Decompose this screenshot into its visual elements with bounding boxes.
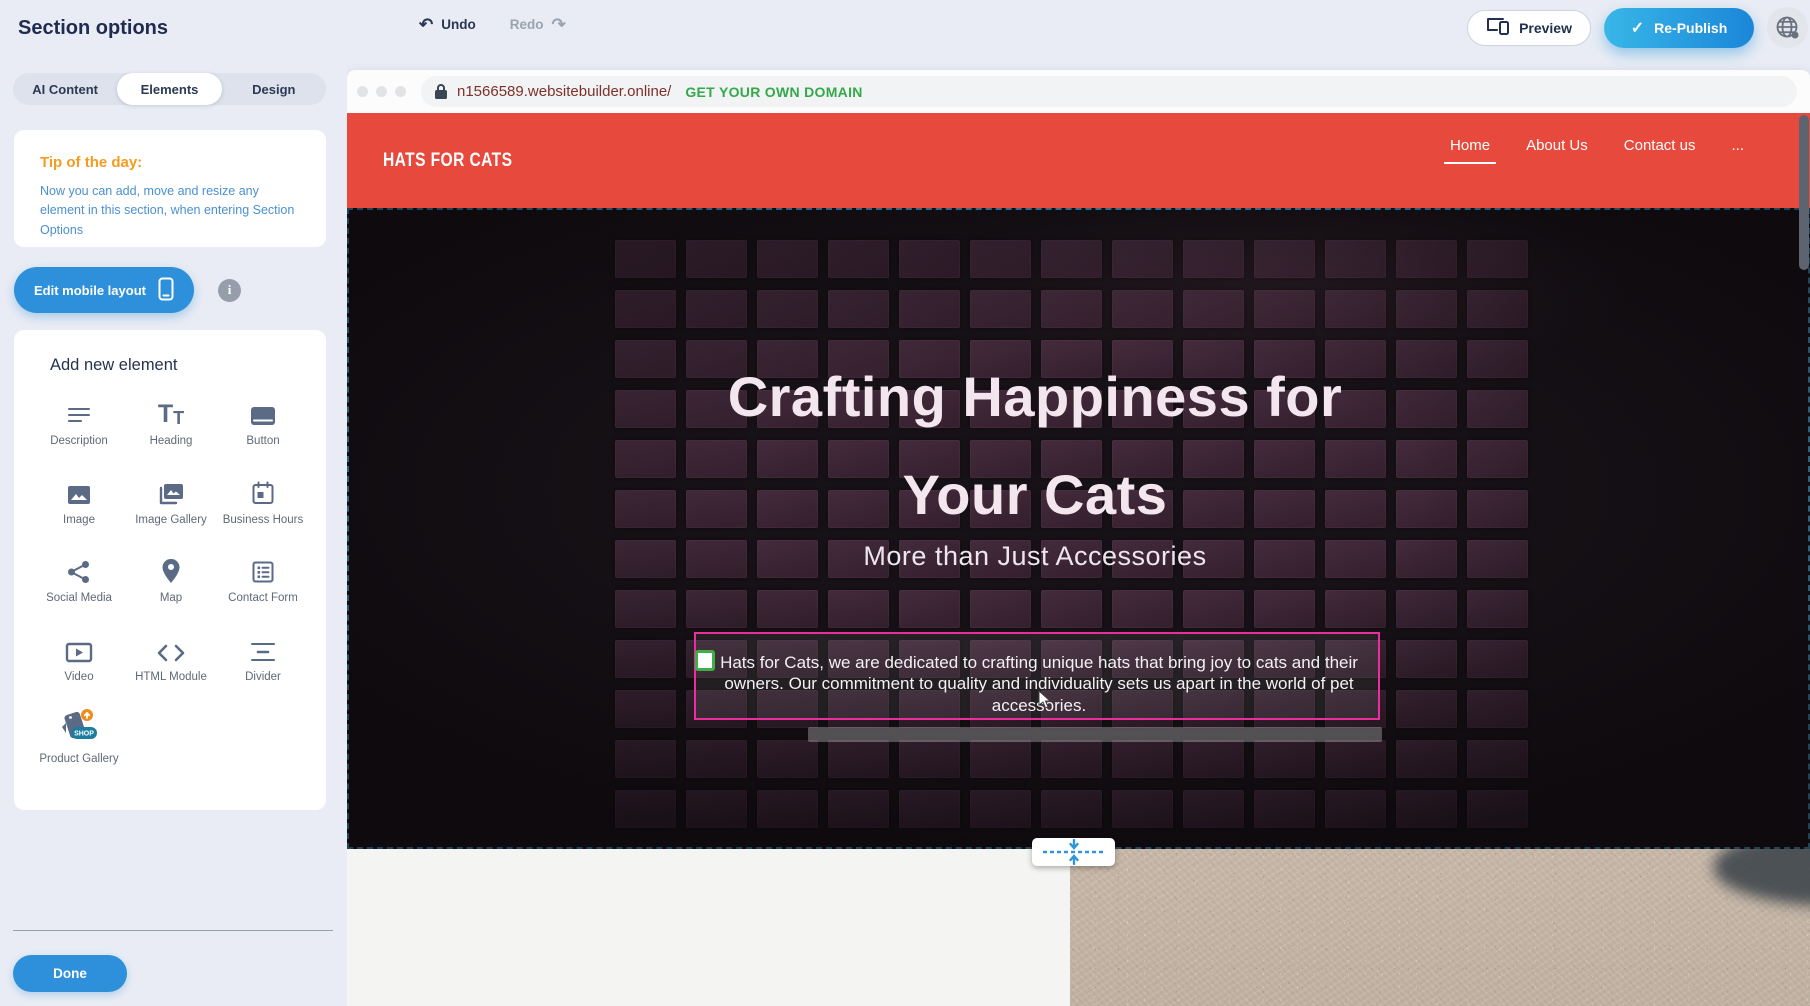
lock-icon xyxy=(434,83,448,100)
heading-icon: TT xyxy=(158,397,184,427)
drag-ghost-bar xyxy=(808,727,1382,742)
globe-icon[interactable] xyxy=(1767,7,1808,48)
element-video[interactable]: Video xyxy=(36,633,122,686)
divider-icon xyxy=(250,633,276,663)
tip-card: Tip of the day: Now you can add, move an… xyxy=(14,130,326,247)
undo-icon: ↶ xyxy=(419,16,433,33)
tip-title: Tip of the day: xyxy=(40,154,306,171)
undo-button[interactable]: ↶ Undo xyxy=(419,16,476,33)
done-button[interactable]: Done xyxy=(13,955,127,992)
element-grid: Description TT Heading Button Ima xyxy=(36,397,316,768)
top-actions: Preview ✓ Re-Publish xyxy=(1467,7,1808,48)
panel-tabs: AI Content Elements Design xyxy=(13,73,326,105)
mobile-layout-row: Edit mobile layout i xyxy=(14,267,326,313)
element-map[interactable]: Map xyxy=(128,554,214,607)
site-logo[interactable]: HATS FOR CATS xyxy=(383,150,512,172)
tip-body: Now you can add, move and resize any ele… xyxy=(40,182,306,240)
browser-chrome: n1566589.websitebuilder.online/ GET YOUR… xyxy=(347,70,1810,113)
nav-contact-us[interactable]: Contact us xyxy=(1624,137,1696,164)
nav-about-us[interactable]: About Us xyxy=(1526,137,1588,164)
pavement-shadow xyxy=(1714,849,1810,907)
contact-form-icon xyxy=(251,554,275,584)
smartphone-icon xyxy=(158,277,174,304)
video-icon xyxy=(65,633,93,663)
redo-button[interactable]: Redo ↷ xyxy=(510,16,566,33)
undo-redo-group: ↶ Undo Redo ↷ xyxy=(419,16,566,33)
edit-mobile-layout-button[interactable]: Edit mobile layout xyxy=(14,267,194,313)
app-root: Section options AI Content Elements Desi… xyxy=(0,0,1810,1006)
sidebar-divider xyxy=(13,930,333,931)
element-business-hours[interactable]: Business Hours xyxy=(220,476,306,529)
image-gallery-icon xyxy=(157,476,185,506)
hero-heading[interactable]: Crafting Happiness for Your Cats xyxy=(347,348,1723,544)
add-element-panel: Add new element Description TT Heading xyxy=(14,330,326,810)
nav-home[interactable]: Home xyxy=(1450,137,1490,164)
window-dot xyxy=(395,86,406,97)
next-section-white-area xyxy=(347,849,1070,1006)
mouse-cursor xyxy=(1037,690,1053,715)
element-contact-form[interactable]: Contact Form xyxy=(220,554,306,607)
social-media-icon xyxy=(67,554,91,584)
window-dot xyxy=(376,86,387,97)
topbar: ↶ Undo Redo ↷ Preview ✓ Re-Publish xyxy=(347,0,1810,70)
hero-section-selected[interactable]: Crafting Happiness for Your Cats More th… xyxy=(347,208,1810,849)
tab-elements[interactable]: Elements xyxy=(117,73,221,105)
window-dot xyxy=(357,86,368,97)
site-nav: Home About Us Contact us ... xyxy=(1450,137,1744,164)
element-html-module[interactable]: HTML Module xyxy=(128,633,214,686)
element-button[interactable]: Button xyxy=(220,397,306,450)
image-icon xyxy=(66,476,92,506)
product-gallery-icon: SHOP xyxy=(57,711,101,745)
element-social-media[interactable]: Social Media xyxy=(36,554,122,607)
hero-subheading[interactable]: More than Just Accessories xyxy=(347,541,1723,572)
site-canvas: n1566589.websitebuilder.online/ GET YOUR… xyxy=(347,70,1810,1006)
resize-handle-left[interactable] xyxy=(695,650,715,671)
info-icon[interactable]: i xyxy=(218,279,241,302)
check-icon: ✓ xyxy=(1631,18,1644,38)
add-element-title: Add new element xyxy=(50,356,316,375)
nav-more[interactable]: ... xyxy=(1731,137,1744,164)
html-module-icon xyxy=(156,633,186,663)
next-section[interactable] xyxy=(347,849,1810,1006)
pavement-image xyxy=(1070,849,1810,1006)
svg-text:SHOP: SHOP xyxy=(74,731,94,738)
business-hours-icon xyxy=(251,476,275,506)
section-resize-handle[interactable] xyxy=(1032,838,1115,866)
element-product-gallery[interactable]: SHOP Product Gallery xyxy=(36,711,122,768)
address-bar[interactable]: n1566589.websitebuilder.online/ GET YOUR… xyxy=(421,76,1797,107)
tab-design[interactable]: Design xyxy=(222,73,326,105)
description-icon xyxy=(66,397,92,427)
button-icon xyxy=(249,397,277,427)
edit-mobile-layout-label: Edit mobile layout xyxy=(34,283,146,298)
sidebar: Section options AI Content Elements Desi… xyxy=(0,0,347,1006)
republish-button[interactable]: ✓ Re-Publish xyxy=(1604,8,1754,48)
map-pin-icon xyxy=(161,554,181,584)
element-image[interactable]: Image xyxy=(36,476,122,529)
preview-button[interactable]: Preview xyxy=(1467,10,1591,46)
window-controls xyxy=(357,86,406,97)
site-header: HATS FOR CATS Home About Us Contact us .… xyxy=(347,113,1810,208)
devices-icon xyxy=(1486,17,1510,38)
hero-content: Crafting Happiness for Your Cats More th… xyxy=(347,208,1723,849)
redo-icon: ↷ xyxy=(552,16,566,33)
element-image-gallery[interactable]: Image Gallery xyxy=(128,476,214,529)
element-divider[interactable]: Divider xyxy=(220,633,306,686)
site-url: n1566589.websitebuilder.online/ xyxy=(457,83,671,100)
tab-ai-content[interactable]: AI Content xyxy=(13,73,117,105)
canvas-scrollbar[interactable] xyxy=(1799,115,1809,270)
element-description[interactable]: Description xyxy=(36,397,122,450)
page-title: Section options xyxy=(18,17,168,40)
element-heading[interactable]: TT Heading xyxy=(128,397,214,450)
get-domain-link[interactable]: GET YOUR OWN DOMAIN xyxy=(685,84,862,100)
